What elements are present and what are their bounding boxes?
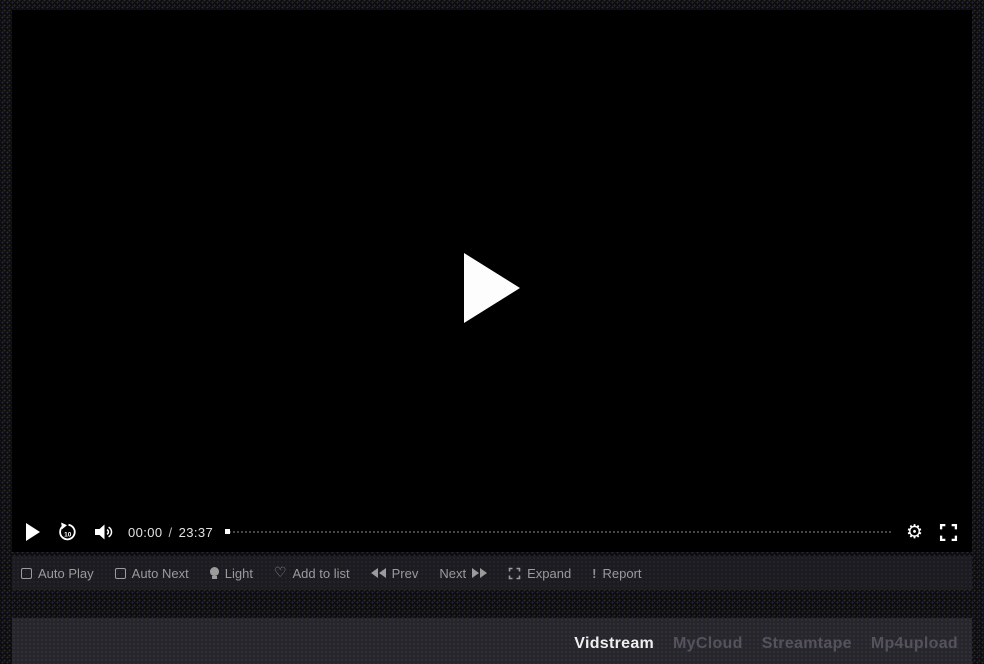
volume-button[interactable] — [94, 524, 114, 540]
heart-icon: ♡ — [274, 566, 287, 580]
volume-icon — [94, 524, 114, 540]
fullscreen-button[interactable] — [939, 523, 958, 542]
server-tab-streamtape[interactable]: Streamtape — [762, 635, 852, 653]
expand-label: Expand — [527, 566, 571, 581]
report-icon: ! — [592, 566, 596, 581]
player-controls: 10 00:00 / 23:37 — [12, 512, 972, 552]
svg-text:10: 10 — [64, 531, 72, 538]
add-to-list-button[interactable]: ♡ Add to list — [274, 566, 350, 581]
rewind-10-icon: 10 — [57, 522, 78, 543]
playhead[interactable] — [225, 529, 230, 534]
gear-icon: ⚙ — [906, 523, 923, 542]
next-icon — [472, 568, 487, 578]
page: 10 00:00 / 23:37 — [0, 0, 984, 664]
time-separator: / — [169, 525, 173, 540]
prev-label: Prev — [392, 566, 419, 581]
settings-button[interactable]: ⚙ — [906, 523, 923, 542]
server-bar: Vidstream MyCloud Streamtape Mp4upload — [12, 618, 972, 664]
report-label: Report — [603, 566, 642, 581]
current-time: 00:00 — [128, 525, 163, 540]
server-tab-mycloud[interactable]: MyCloud — [673, 635, 743, 653]
play-icon — [26, 523, 41, 541]
progress-bar[interactable] — [225, 531, 892, 533]
play-button[interactable] — [26, 523, 41, 541]
add-to-list-label: Add to list — [293, 566, 350, 581]
server-tab-mp4upload[interactable]: Mp4upload — [871, 635, 958, 653]
rewind-10-button[interactable]: 10 — [57, 522, 78, 543]
time-display: 00:00 / 23:37 — [128, 525, 213, 540]
light-label: Light — [225, 566, 253, 581]
auto-next-label: Auto Next — [132, 566, 189, 581]
prev-icon — [371, 568, 386, 578]
play-icon — [464, 253, 520, 323]
big-play-button[interactable] — [464, 253, 520, 323]
duration: 23:37 — [179, 525, 214, 540]
auto-play-toggle[interactable]: Auto Play — [21, 566, 94, 581]
light-toggle[interactable]: Light — [210, 566, 253, 581]
checkbox-icon — [115, 568, 126, 579]
expand-icon — [508, 567, 521, 580]
auto-next-toggle[interactable]: Auto Next — [115, 566, 189, 581]
report-button[interactable]: ! Report — [592, 566, 641, 581]
video-player[interactable]: 10 00:00 / 23:37 — [12, 10, 972, 552]
expand-button[interactable]: Expand — [508, 566, 571, 581]
player-toolbar: Auto Play Auto Next Light ♡ Add to list … — [12, 556, 972, 590]
server-tab-vidstream[interactable]: Vidstream — [574, 635, 654, 653]
checkbox-icon — [21, 568, 32, 579]
next-episode-button[interactable]: Next — [439, 566, 487, 581]
next-label: Next — [439, 566, 466, 581]
lightbulb-icon — [210, 567, 219, 576]
prev-episode-button[interactable]: Prev — [371, 566, 419, 581]
auto-play-label: Auto Play — [38, 566, 94, 581]
fullscreen-icon — [939, 523, 958, 542]
